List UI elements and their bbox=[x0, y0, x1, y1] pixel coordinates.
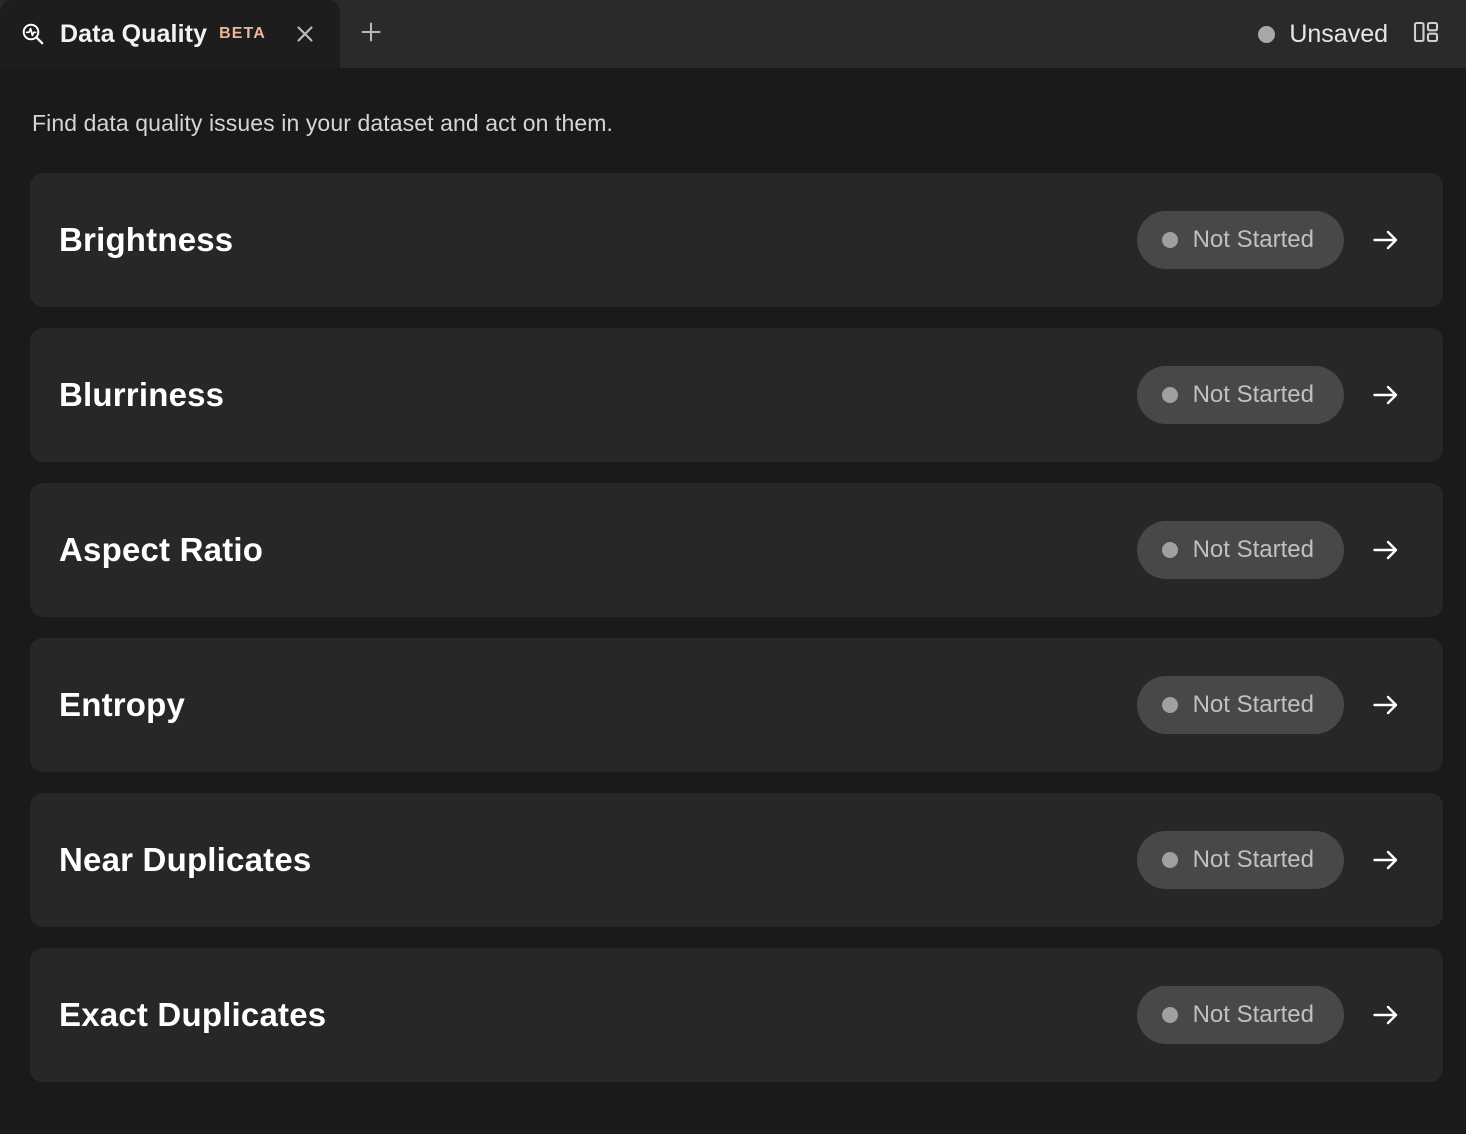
status-label: Not Started bbox=[1192, 1001, 1314, 1028]
arrow-right-icon[interactable] bbox=[1366, 530, 1406, 570]
status-badge[interactable]: Not Started bbox=[1136, 831, 1344, 889]
status-label: Not Started bbox=[1192, 226, 1314, 253]
status-dot-icon bbox=[1161, 697, 1178, 713]
status-label: Not Started bbox=[1192, 381, 1314, 408]
status-badge[interactable]: Not Started bbox=[1136, 366, 1344, 424]
status-dot-icon bbox=[1161, 1007, 1178, 1023]
issue-row-actions: Not Started bbox=[1136, 521, 1443, 579]
status-label: Not Started bbox=[1192, 536, 1314, 563]
issue-row-brightness[interactable]: Brightness Not Started bbox=[30, 173, 1443, 307]
layout-toggle-button[interactable] bbox=[1406, 14, 1446, 54]
issue-row-aspect-ratio[interactable]: Aspect Ratio Not Started bbox=[30, 483, 1443, 617]
issue-list: Brightness Not Started Blurriness Not St bbox=[0, 173, 1466, 1082]
arrow-right-icon[interactable] bbox=[1366, 375, 1406, 415]
window-tab-bar: Data Quality BETA Unsaved bbox=[0, 0, 1466, 68]
issue-row-actions: Not Started bbox=[1136, 676, 1443, 734]
issue-row-exact-duplicates[interactable]: Exact Duplicates Not Started bbox=[30, 948, 1443, 1082]
tab-data-quality[interactable]: Data Quality BETA bbox=[0, 0, 340, 68]
save-status-label: Unsaved bbox=[1289, 19, 1388, 48]
save-status-dot bbox=[1258, 25, 1276, 43]
close-icon[interactable] bbox=[288, 17, 322, 51]
arrow-right-icon[interactable] bbox=[1366, 840, 1406, 880]
arrow-right-icon[interactable] bbox=[1366, 995, 1406, 1035]
arrow-right-icon[interactable] bbox=[1366, 220, 1406, 260]
issue-row-actions: Not Started bbox=[1136, 366, 1443, 424]
status-dot-icon bbox=[1161, 232, 1178, 248]
save-status: Unsaved bbox=[1258, 20, 1388, 49]
issue-row-near-duplicates[interactable]: Near Duplicates Not Started bbox=[30, 793, 1443, 927]
arrow-right-icon[interactable] bbox=[1366, 685, 1406, 725]
issue-title: Near Duplicates bbox=[59, 841, 312, 878]
tabbar-right-controls: Unsaved bbox=[1258, 0, 1466, 68]
issue-row-entropy[interactable]: Entropy Not Started bbox=[30, 638, 1443, 772]
layout-panels-icon bbox=[1411, 17, 1441, 52]
tab-strip: Data Quality BETA bbox=[0, 0, 402, 68]
new-tab-button[interactable] bbox=[340, 0, 402, 68]
status-dot-icon bbox=[1161, 387, 1178, 403]
page-subtitle: Find data quality issues in your dataset… bbox=[32, 110, 614, 136]
issue-title: Blurriness bbox=[59, 376, 225, 413]
data-quality-magnifier-icon bbox=[20, 21, 46, 47]
status-dot-icon bbox=[1161, 542, 1178, 558]
status-badge[interactable]: Not Started bbox=[1136, 211, 1344, 269]
status-badge[interactable]: Not Started bbox=[1136, 521, 1344, 579]
issue-row-blurriness[interactable]: Blurriness Not Started bbox=[30, 328, 1443, 462]
issue-row-actions: Not Started bbox=[1136, 211, 1443, 269]
status-label: Not Started bbox=[1192, 846, 1314, 873]
plus-icon bbox=[358, 19, 384, 50]
status-dot-icon bbox=[1161, 852, 1178, 868]
issue-title: Brightness bbox=[59, 221, 234, 258]
status-label: Not Started bbox=[1192, 691, 1314, 718]
status-badge[interactable]: Not Started bbox=[1136, 676, 1344, 734]
tab-title: Data Quality bbox=[60, 19, 208, 48]
issue-title: Aspect Ratio bbox=[59, 531, 264, 568]
data-quality-page: Find data quality issues in your dataset… bbox=[0, 68, 1466, 1134]
issue-row-actions: Not Started bbox=[1136, 986, 1443, 1044]
tab-beta-badge: BETA bbox=[219, 25, 266, 42]
issue-title: Entropy bbox=[59, 686, 186, 723]
issue-title: Exact Duplicates bbox=[59, 996, 327, 1033]
status-badge[interactable]: Not Started bbox=[1136, 986, 1344, 1044]
issue-row-actions: Not Started bbox=[1136, 831, 1443, 889]
